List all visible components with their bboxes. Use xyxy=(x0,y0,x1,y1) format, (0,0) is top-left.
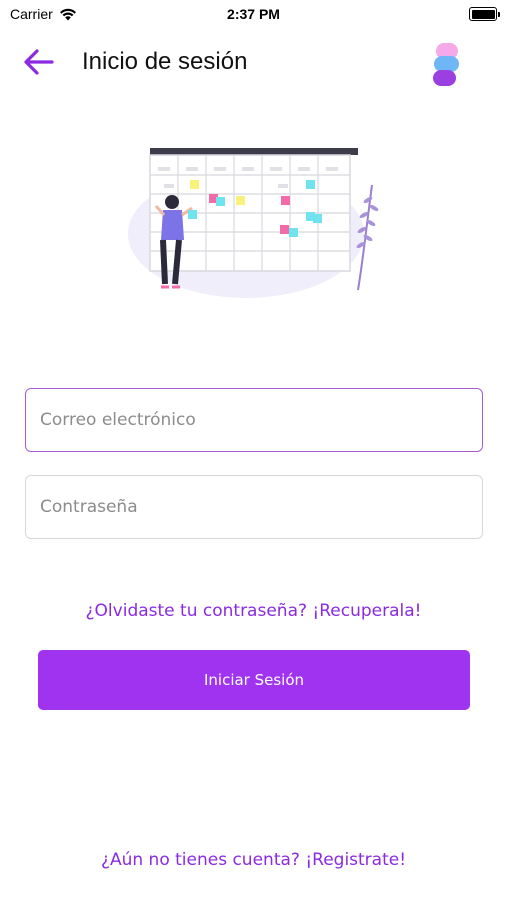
back-button[interactable] xyxy=(22,46,56,78)
status-bar: Carrier 2:37 PM xyxy=(0,0,507,28)
app-logo xyxy=(433,43,459,86)
password-input[interactable] xyxy=(40,476,482,538)
status-time: 2:37 PM xyxy=(227,6,280,22)
login-button[interactable]: Iniciar Sesión xyxy=(38,650,470,710)
login-screen: Carrier 2:37 PM Inicio de sesión Correo … xyxy=(0,0,507,900)
email-field[interactable] xyxy=(25,388,483,452)
email-input[interactable] xyxy=(40,389,482,451)
password-field[interactable] xyxy=(25,475,483,539)
page-title: Inicio de sesión xyxy=(82,48,248,75)
register-link[interactable]: ¿Aún no tienes cuenta? ¡Registrate! xyxy=(0,850,507,870)
forgot-password-link[interactable]: ¿Olvidaste tu contraseña? ¡Recuperala! xyxy=(0,601,507,621)
header: Inicio de sesión xyxy=(0,36,507,88)
calendar-illustration xyxy=(128,148,379,298)
arrow-left-icon xyxy=(24,49,54,75)
battery-icon xyxy=(469,7,500,21)
